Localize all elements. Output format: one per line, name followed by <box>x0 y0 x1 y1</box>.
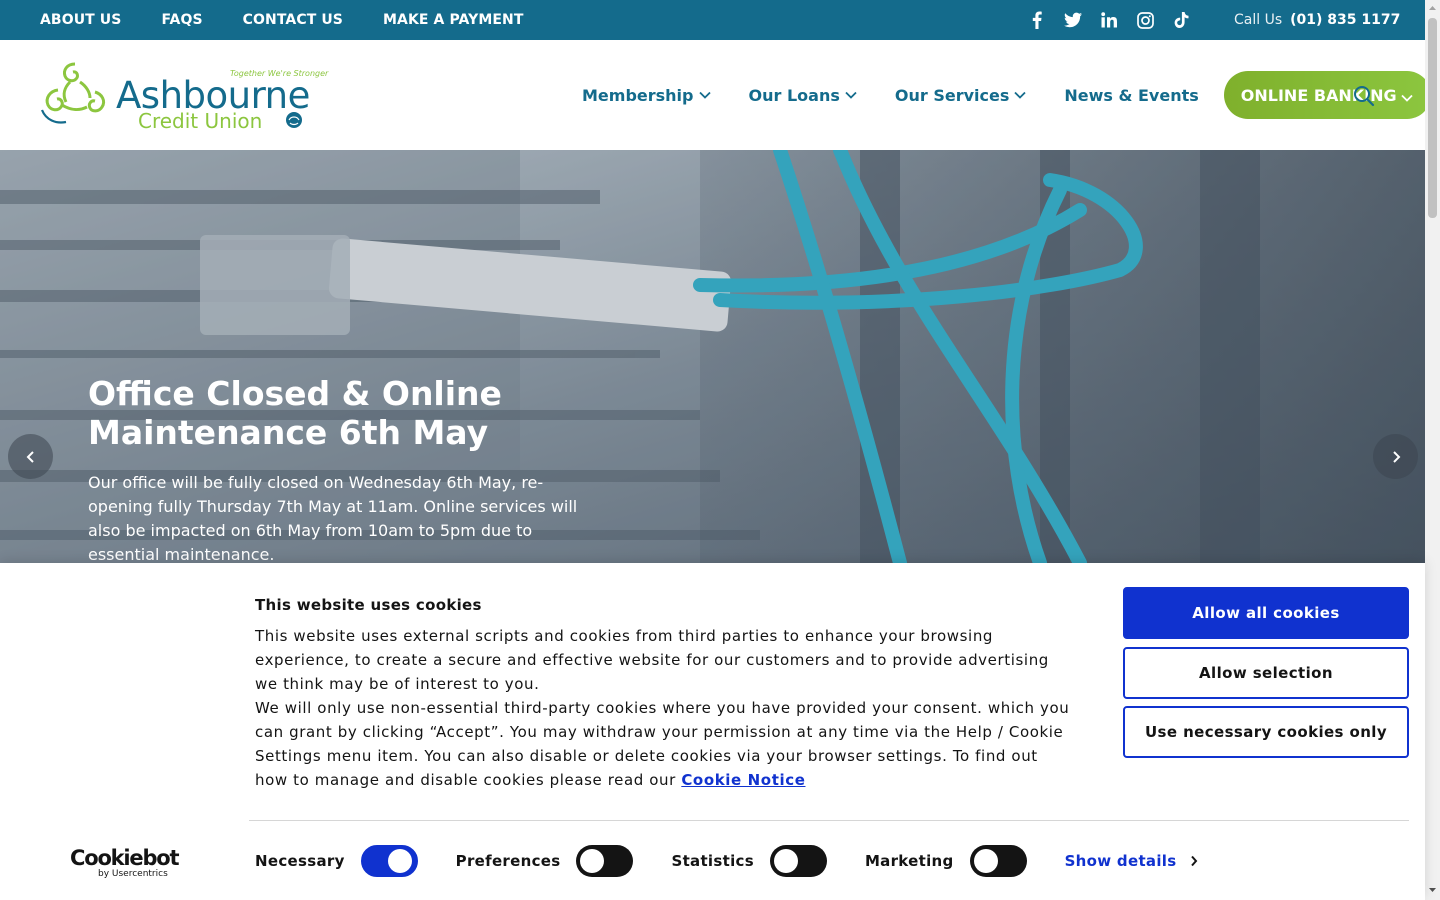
necessary-label: Necessary <box>255 852 345 870</box>
toggle-group-necessary: Necessary <box>255 845 418 877</box>
nav-our-loans[interactable]: Our Loans <box>749 86 857 105</box>
make-a-payment-link[interactable]: MAKE A PAYMENT <box>383 12 524 28</box>
chevron-right-icon <box>1392 450 1400 463</box>
cookie-paragraph-2-text: We will only use non-essential third-par… <box>255 699 1070 789</box>
cookie-description: This website uses external scripts and c… <box>255 624 1075 792</box>
main-header: Together We're Stronger Ashbourne Credit… <box>0 40 1431 150</box>
necessary-cookies-only-button[interactable]: Use necessary cookies only <box>1123 706 1409 758</box>
primary-navigation: Membership Our Loans Our Services News &… <box>582 71 1431 119</box>
cookie-divider <box>249 820 1409 821</box>
toggle-knob <box>580 849 605 873</box>
logo-subname: Credit Union <box>138 109 262 130</box>
scroll-up-arrow-icon[interactable] <box>1428 4 1437 12</box>
preferences-label: Preferences <box>455 852 561 870</box>
allow-selection-button[interactable]: Allow selection <box>1123 647 1409 699</box>
chevron-left-icon <box>26 450 34 463</box>
hero-description: Our office will be fully closed on Wedne… <box>88 473 578 563</box>
marketing-label: Marketing <box>864 852 954 870</box>
cookie-paragraph-1: This website uses external scripts and c… <box>255 627 1049 693</box>
social-links <box>1028 10 1190 30</box>
contact-us-link[interactable]: CONTACT US <box>243 12 343 28</box>
toggle-knob <box>387 849 412 873</box>
scroll-down-arrow-icon[interactable] <box>1428 886 1437 894</box>
scrollbar-thumb[interactable] <box>1428 18 1437 218</box>
call-us-label: Call Us <box>1234 12 1283 28</box>
online-banking-button[interactable]: ONLINE BANKING <box>1223 71 1431 119</box>
nav-news-events-label: News & Events <box>1064 85 1199 105</box>
preferences-toggle[interactable] <box>576 845 634 877</box>
nav-our-loans-label: Our Loans <box>748 85 840 105</box>
top-utility-bar: ABOUT US FAQS CONTACT US MAKE A PAYMENT … <box>0 0 1425 40</box>
nav-membership-label: Membership <box>582 85 694 105</box>
toggle-group-preferences: Preferences <box>456 845 634 877</box>
nav-membership[interactable]: Membership <box>582 86 711 105</box>
slider-prev-button[interactable] <box>8 434 53 479</box>
nav-our-services-label: Our Services <box>894 85 1010 105</box>
marketing-toggle[interactable] <box>969 845 1027 877</box>
statistics-label: Statistics <box>671 852 754 870</box>
toggle-group-statistics: Statistics <box>671 845 827 877</box>
chevron-down-icon <box>845 91 857 99</box>
toggle-knob <box>773 849 798 873</box>
hero-title: Office Closed & Online Maintenance 6th M… <box>88 374 502 452</box>
statistics-toggle[interactable] <box>769 845 827 877</box>
nav-news-events[interactable]: News & Events <box>1064 86 1198 105</box>
toggle-knob <box>973 849 998 873</box>
cookiebot-brand: Cookiebot <box>70 846 180 870</box>
cookiebot-brand-sub: by Usercentrics <box>98 869 168 879</box>
tiktok-icon[interactable] <box>1172 10 1190 30</box>
top-links: ABOUT US FAQS CONTACT US MAKE A PAYMENT <box>40 0 524 40</box>
hero-slider: Office Closed & Online Maintenance 6th M… <box>0 150 1425 563</box>
necessary-toggle[interactable] <box>360 845 418 877</box>
cookie-consent-banner: This website uses cookies This website u… <box>0 563 1425 900</box>
allow-all-cookies-button[interactable]: Allow all cookies <box>1123 587 1409 639</box>
chevron-down-icon <box>698 91 711 99</box>
about-us-link[interactable]: ABOUT US <box>40 12 121 28</box>
cookie-notice-link[interactable]: Cookie Notice <box>681 771 805 789</box>
cookie-title: This website uses cookies <box>255 596 482 614</box>
show-details-label: Show details <box>1064 852 1177 870</box>
facebook-icon[interactable] <box>1028 10 1046 30</box>
twitter-icon[interactable] <box>1064 10 1082 30</box>
cookie-paragraph-2: We will only use non-essential third-par… <box>255 696 1075 792</box>
faqs-link[interactable]: FAQS <box>161 12 202 28</box>
chevron-right-icon <box>1191 855 1198 867</box>
call-us: Call Us (01) 835 1177 <box>1234 0 1400 40</box>
cookiebot-logo: Cookiebot by Usercentrics <box>70 846 180 879</box>
instagram-icon[interactable] <box>1136 10 1154 30</box>
cookie-category-toggles: Necessary Preferences Statistics Marketi… <box>255 844 1198 878</box>
show-details-link[interactable]: Show details <box>1065 852 1199 870</box>
toggle-group-marketing: Marketing <box>865 845 1027 877</box>
ashbourne-credit-union-logo[interactable]: Together We're Stronger Ashbourne Credit… <box>40 60 332 133</box>
nav-our-services[interactable]: Our Services <box>895 86 1027 105</box>
chevron-down-icon <box>1401 94 1413 102</box>
call-us-number[interactable]: (01) 835 1177 <box>1290 12 1400 28</box>
chevron-down-icon <box>1014 91 1026 99</box>
search-icon[interactable] <box>1353 85 1375 107</box>
linkedin-icon[interactable] <box>1100 10 1118 30</box>
slider-next-button[interactable] <box>1373 434 1418 479</box>
